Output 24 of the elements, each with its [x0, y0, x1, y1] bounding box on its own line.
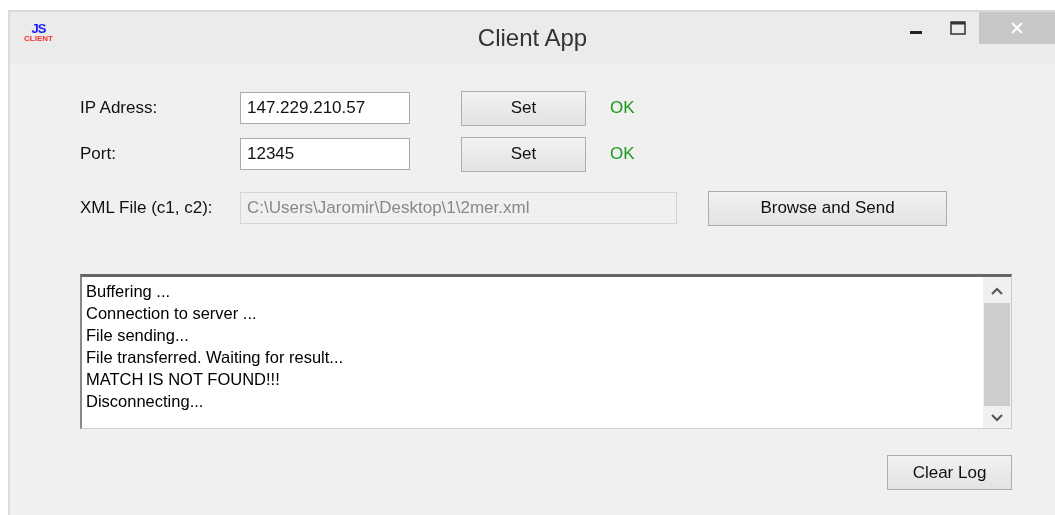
status-text: OK [610, 144, 635, 164]
minimize-icon [910, 30, 922, 34]
scroll-down-icon[interactable] [991, 414, 1003, 422]
maximize-icon [950, 21, 966, 35]
clear-log-button[interactable]: Clear Log [887, 455, 1012, 490]
input-field[interactable]: 147.229.210.57 [240, 92, 410, 124]
set-button[interactable]: Set [461, 90, 586, 126]
field-label: XML File (c1, c2): [80, 198, 214, 218]
close-icon [1010, 21, 1024, 35]
scroll-up-icon[interactable] [991, 287, 1003, 295]
log-line: Buffering ... [86, 281, 172, 302]
log-line: Disconnecting... [86, 391, 205, 412]
field-label: IP Adress: [80, 98, 159, 118]
log-line: Connection to server ... [86, 303, 258, 324]
set-button[interactable]: Set [461, 136, 586, 172]
window-title: Client App [477, 24, 588, 52]
log-line: File transferred. Waiting for result... [86, 347, 345, 368]
log-line: File sending... [86, 325, 190, 346]
log-line: MATCH IS NOT FOUND!!! [86, 369, 281, 390]
input-field[interactable]: 12345 [240, 138, 410, 170]
scrollbar[interactable] [983, 277, 1011, 428]
field-label: Port: [80, 144, 117, 164]
status-text: OK [610, 98, 635, 118]
app-logo: JS CLIENT [24, 22, 53, 43]
